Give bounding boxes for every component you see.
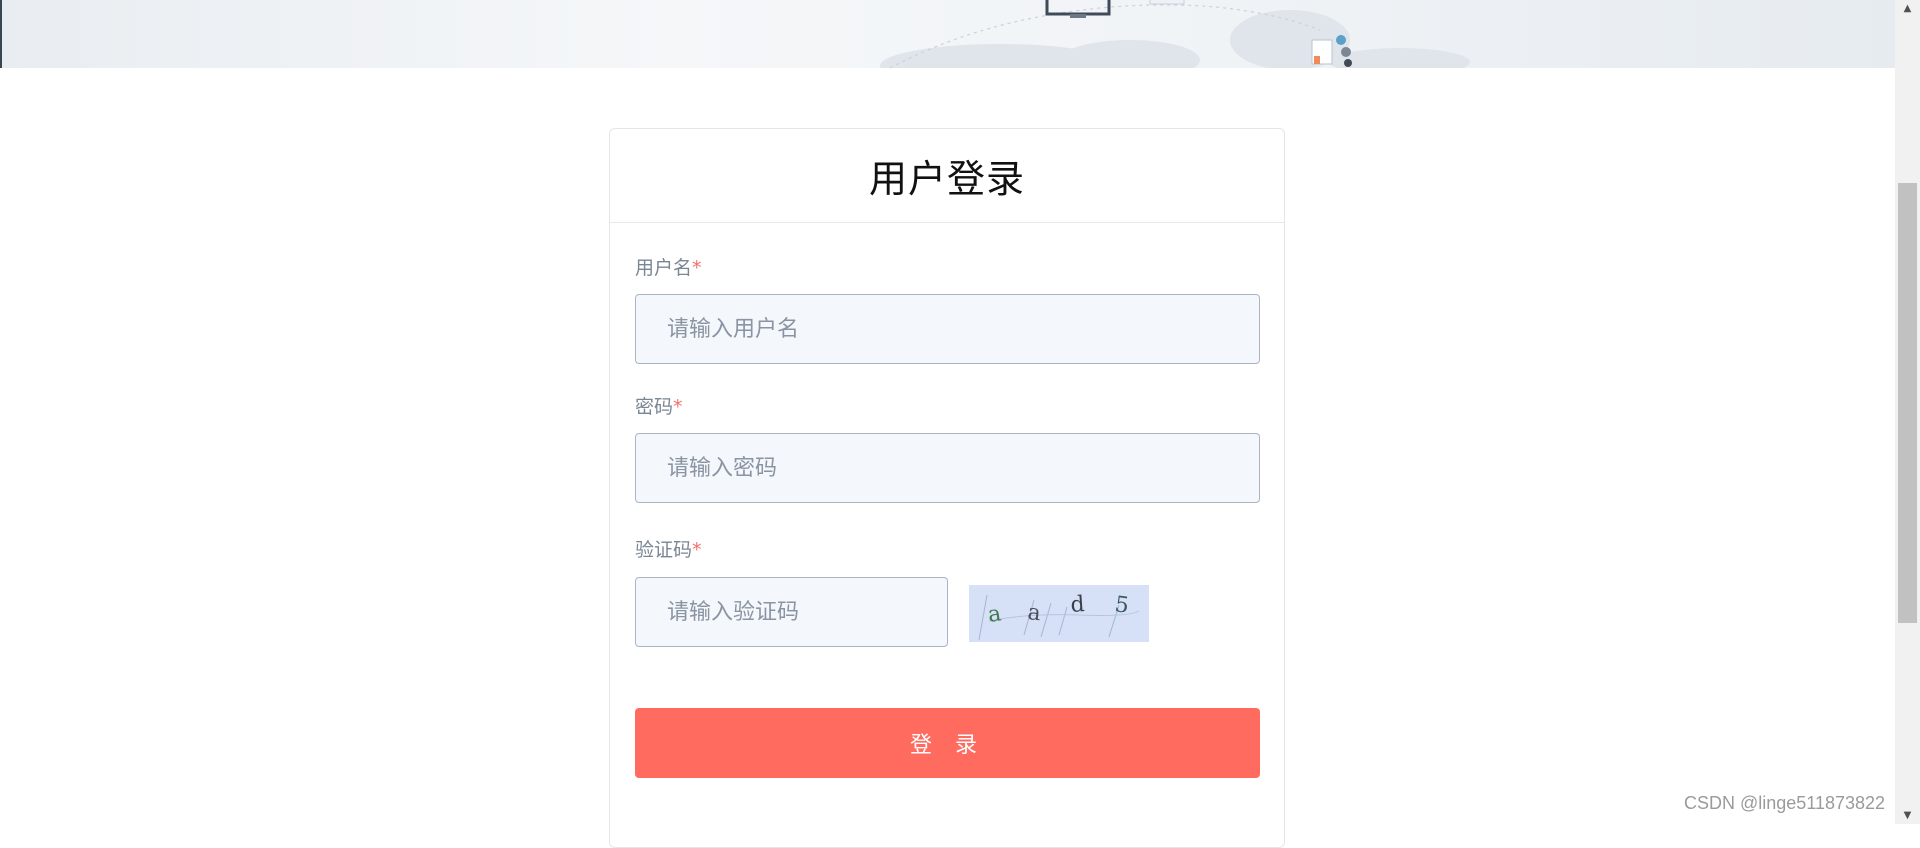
required-asterisk: * — [692, 539, 702, 561]
captcha-char: a — [986, 601, 1002, 628]
username-label-text: 用户名 — [635, 257, 693, 279]
captcha-label-text: 验证码 — [635, 539, 693, 561]
captcha-input[interactable] — [635, 577, 948, 647]
scroll-down-arrow-icon[interactable]: ▼ — [1895, 807, 1920, 824]
login-title: 用户登录 — [868, 157, 1025, 201]
scroll-thumb[interactable] — [1898, 183, 1917, 623]
scroll-up-arrow-icon[interactable]: ▲ — [1895, 0, 1920, 17]
username-input[interactable] — [635, 294, 1260, 364]
login-button[interactable]: 登 录 — [635, 708, 1260, 778]
scrollbar[interactable]: ▲ ▼ — [1895, 0, 1920, 824]
required-asterisk: * — [673, 396, 683, 418]
login-card: 用户登录 用户名* 密码* 验证码* a a d 5 登 录 — [609, 128, 1285, 848]
username-label: 用户名* — [635, 253, 702, 280]
login-card-header: 用户登录 — [610, 129, 1284, 223]
world-map-illustration — [880, 0, 1470, 68]
captcha-text-layer: a a d 5 — [986, 592, 1130, 628]
header-banner — [0, 0, 1895, 68]
captcha-char: a — [1026, 600, 1042, 626]
captcha-char: d — [1070, 592, 1086, 618]
watermark: CSDN @linge511873822 — [1684, 793, 1886, 813]
captcha-image[interactable]: a a d 5 — [969, 585, 1149, 642]
password-label: 密码* — [635, 392, 683, 419]
captcha-label: 验证码* — [635, 535, 702, 562]
required-asterisk: * — [692, 257, 702, 279]
captcha-char: 5 — [1113, 592, 1130, 619]
password-label-text: 密码 — [635, 396, 674, 418]
password-input[interactable] — [635, 433, 1260, 503]
